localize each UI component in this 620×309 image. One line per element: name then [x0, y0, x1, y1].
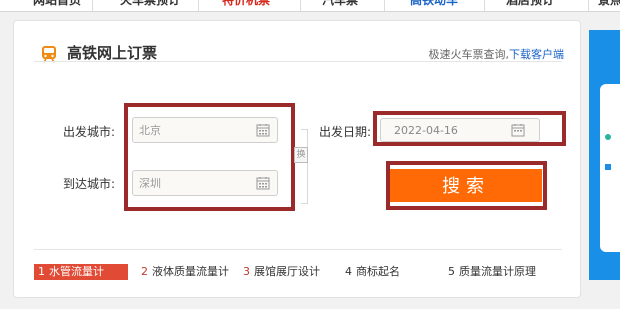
promo-text: 极速火车票查询,下载客户端 [429, 48, 565, 62]
app-download-ad[interactable] [589, 30, 620, 280]
top-navigation: 网站首页 火车票预订 特价机票 汽车票 高铁动车 酒店预订 景点 [0, 0, 620, 12]
departure-date-label: 出发日期: [319, 125, 372, 139]
keyword-tab-3[interactable]: 3 展馆展厅设计 [243, 264, 320, 280]
nav-item-hotels[interactable]: 酒店预订 [506, 0, 554, 8]
tab-number: 5 [448, 265, 455, 278]
from-city-label: 出发城市: [63, 125, 116, 139]
header-divider [34, 61, 562, 62]
tab-number: 4 [345, 265, 352, 278]
panel-title: 高铁网上订票 [67, 44, 158, 62]
phone-mockup [600, 84, 620, 252]
promo-label: 极速火车票查询, [428, 48, 510, 61]
tab-number: 3 [243, 265, 250, 278]
booking-panel: 高铁网上订票 极速火车票查询,下载客户端 出发城市: 北京 到达城市: 深圳 换… [13, 20, 581, 298]
swap-cities-button[interactable]: 换 [294, 147, 308, 163]
tab-label: 商标起名 [356, 265, 400, 278]
nav-divider [384, 0, 385, 11]
nav-divider [588, 0, 589, 11]
nav-item-bus-tickets[interactable]: 汽车票 [322, 0, 358, 8]
nav-item-cheap-flights[interactable]: 特价机票 [222, 0, 270, 8]
city-fields-highlight [124, 103, 295, 211]
nav-item-high-speed-rail[interactable]: 高铁动车 [410, 0, 458, 8]
keyword-tab-1[interactable]: 1 水管流量计 [34, 264, 128, 280]
date-field-highlight [373, 111, 566, 146]
nav-divider [484, 0, 485, 11]
app-icon [605, 134, 611, 140]
download-client-link[interactable]: 下载客户端 [509, 48, 564, 61]
app-icon [605, 164, 611, 170]
tab-label: 质量流量计原理 [459, 265, 536, 278]
swap-bracket [301, 129, 308, 204]
to-city-label: 到达城市: [63, 177, 116, 191]
nav-divider [300, 0, 301, 11]
keyword-tab-5[interactable]: 5 质量流量计原理 [448, 264, 536, 280]
nav-item-train-tickets[interactable]: 火车票预订 [120, 0, 180, 8]
tabs-divider [34, 249, 562, 250]
nav-item-home[interactable]: 网站首页 [33, 0, 81, 8]
search-button-highlight [386, 161, 547, 210]
nav-item-attractions[interactable]: 景点 [598, 0, 620, 8]
nav-divider [92, 0, 93, 11]
tab-label: 液体质量流量计 [152, 265, 229, 278]
tab-label: 水管流量计 [49, 265, 104, 278]
nav-divider [198, 0, 199, 11]
tab-number: 1 [38, 265, 45, 278]
tab-number: 2 [141, 265, 148, 278]
keyword-tab-2[interactable]: 2 液体质量流量计 [141, 264, 229, 280]
tab-label: 展馆展厅设计 [254, 265, 320, 278]
keyword-tab-4[interactable]: 4 商标起名 [345, 264, 400, 280]
